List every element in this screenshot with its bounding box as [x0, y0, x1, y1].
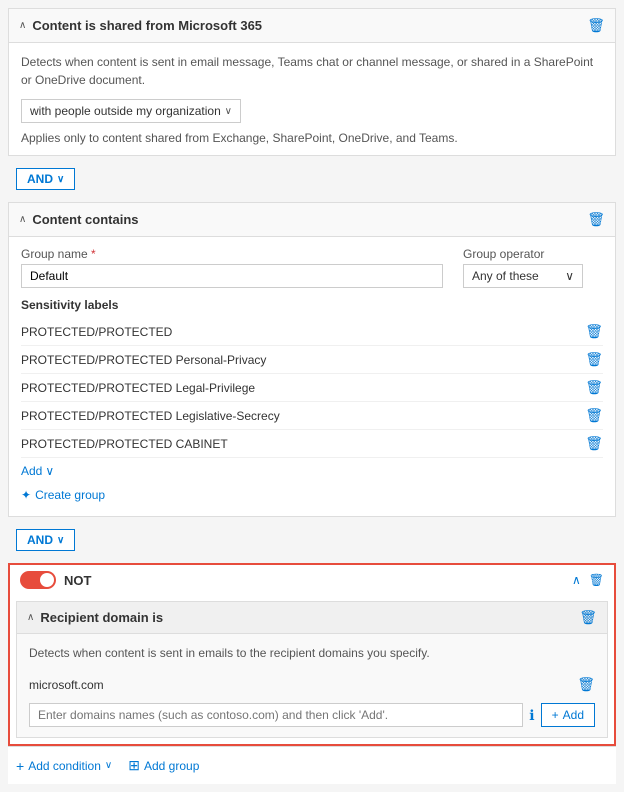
recipient-collapse-icon[interactable]: ∧: [27, 612, 34, 623]
group-operator-select[interactable]: Any of these ∨: [463, 264, 583, 288]
label-text-4: PROTECTED/PROTECTED Legislative-Secrecy: [21, 409, 280, 423]
shared-from-header: ∧ Content is shared from Microsoft 365 🗑: [9, 9, 615, 43]
recipient-description: Detects when content is sent in emails t…: [29, 644, 595, 662]
create-group-label: Create group: [35, 488, 105, 502]
and-button-2-label: AND: [27, 533, 53, 547]
shared-from-header-left: ∧ Content is shared from Microsoft 365: [19, 18, 262, 33]
domain-row: microsoft.com 🗑: [29, 672, 595, 697]
add-group-label: Add group: [144, 759, 199, 773]
label-delete-icon-1[interactable]: 🗑: [585, 323, 603, 340]
required-star: *: [91, 247, 96, 261]
label-text-1: PROTECTED/PROTECTED: [21, 325, 172, 339]
shared-from-note: Applies only to content shared from Exch…: [21, 131, 603, 145]
group-name-row: Group name * Group operator Any of these…: [21, 247, 603, 288]
and-button-1-label: AND: [27, 172, 53, 186]
shared-dropdown-chevron: ∨: [225, 106, 232, 117]
add-link-label: Add: [21, 464, 42, 478]
shared-dropdown-value: with people outside my organization: [30, 104, 221, 118]
shared-from-delete-icon[interactable]: 🗑: [587, 17, 605, 34]
domain-input[interactable]: [29, 703, 523, 727]
not-label: NOT: [64, 573, 91, 588]
group-operator-container: Group operator Any of these ∨: [463, 247, 603, 288]
recipient-body: Detects when content is sent in emails t…: [17, 634, 607, 737]
content-contains-body: Group name * Group operator Any of these…: [9, 237, 615, 516]
not-delete-icon[interactable]: 🗑: [589, 573, 604, 587]
recipient-delete-icon[interactable]: 🗑: [579, 609, 597, 626]
create-group-icon: ✦: [21, 488, 31, 502]
domain-delete-icon[interactable]: 🗑: [577, 676, 595, 693]
label-delete-icon-3[interactable]: 🗑: [585, 379, 603, 396]
domain-input-row: ℹ + Add: [29, 703, 595, 727]
shared-dropdown[interactable]: with people outside my organization ∨: [21, 99, 241, 123]
add-plus-icon: +: [552, 708, 559, 722]
add-group-button[interactable]: ⊞ Add group: [128, 757, 199, 774]
and-button-1-container: AND ∨: [8, 156, 616, 202]
label-delete-icon-4[interactable]: 🗑: [585, 407, 603, 424]
domain-add-label: Add: [563, 708, 584, 722]
label-row-4: PROTECTED/PROTECTED Legislative-Secrecy …: [21, 402, 603, 430]
shared-from-title: Content is shared from Microsoft 365: [32, 18, 262, 33]
not-header-right: ∧ 🗑: [572, 573, 604, 587]
shared-from-section: ∧ Content is shared from Microsoft 365 🗑…: [8, 8, 616, 156]
label-row-5: PROTECTED/PROTECTED CABINET 🗑: [21, 430, 603, 458]
and-button-2-chevron: ∨: [57, 535, 64, 546]
label-delete-icon-2[interactable]: 🗑: [585, 351, 603, 368]
add-link-chevron: ∨: [45, 464, 54, 478]
bottom-toolbar: + Add condition ∨ ⊞ Add group: [8, 746, 616, 784]
create-group-link[interactable]: ✦ Create group: [21, 484, 603, 506]
label-text-2: PROTECTED/PROTECTED Personal-Privacy: [21, 353, 266, 367]
content-contains-section: ∧ Content contains 🗑 Group name * Group …: [8, 202, 616, 517]
and-button-2-container: AND ∨: [8, 517, 616, 563]
group-operator-value: Any of these: [472, 269, 539, 283]
add-condition-icon: +: [16, 758, 24, 774]
not-header: NOT ∧ 🗑: [10, 565, 614, 595]
group-name-input[interactable]: [21, 264, 443, 288]
shared-from-description: Detects when content is sent in email me…: [21, 53, 603, 89]
and-button-1-chevron: ∨: [57, 174, 64, 185]
not-header-left: NOT: [20, 571, 91, 589]
not-collapse-icon[interactable]: ∧: [572, 573, 581, 587]
shared-from-body: Detects when content is sent in email me…: [9, 43, 615, 155]
add-link[interactable]: Add ∨: [21, 458, 603, 484]
label-delete-icon-5[interactable]: 🗑: [585, 435, 603, 452]
domain-value: microsoft.com: [29, 678, 104, 692]
content-contains-header: ∧ Content contains 🗑: [9, 203, 615, 237]
label-row-3: PROTECTED/PROTECTED Legal-Privilege 🗑: [21, 374, 603, 402]
content-contains-delete-icon[interactable]: 🗑: [587, 211, 605, 228]
content-contains-header-left: ∧ Content contains: [19, 212, 139, 227]
label-text-5: PROTECTED/PROTECTED CABINET: [21, 437, 228, 451]
add-group-icon: ⊞: [128, 757, 140, 774]
add-condition-button[interactable]: + Add condition ∨: [16, 758, 112, 774]
sensitivity-labels-title: Sensitivity labels: [21, 298, 603, 312]
content-contains-title: Content contains: [32, 212, 138, 227]
group-name-label: Group name *: [21, 247, 443, 261]
shared-from-collapse-icon[interactable]: ∧: [19, 20, 26, 31]
group-operator-chevron: ∨: [565, 269, 574, 283]
label-row-1: PROTECTED/PROTECTED 🗑: [21, 318, 603, 346]
and-button-1[interactable]: AND ∨: [16, 168, 75, 190]
label-text-3: PROTECTED/PROTECTED Legal-Privilege: [21, 381, 255, 395]
and-button-2[interactable]: AND ∨: [16, 529, 75, 551]
not-section: NOT ∧ 🗑 ∧ Recipient domain is 🗑 Detects …: [8, 563, 616, 746]
add-condition-chevron: ∨: [105, 760, 112, 771]
content-contains-collapse-icon[interactable]: ∧: [19, 214, 26, 225]
not-toggle[interactable]: [20, 571, 56, 589]
recipient-header: ∧ Recipient domain is 🗑: [17, 602, 607, 634]
recipient-title: Recipient domain is: [40, 610, 163, 625]
add-condition-label: Add condition: [28, 759, 101, 773]
info-icon[interactable]: ℹ: [529, 707, 534, 724]
domain-add-button[interactable]: + Add: [541, 703, 595, 727]
recipient-header-left: ∧ Recipient domain is: [27, 610, 163, 625]
group-operator-label: Group operator: [463, 247, 603, 261]
recipient-domain-section: ∧ Recipient domain is 🗑 Detects when con…: [16, 601, 608, 738]
group-name-left: Group name *: [21, 247, 443, 288]
label-row-2: PROTECTED/PROTECTED Personal-Privacy 🗑: [21, 346, 603, 374]
